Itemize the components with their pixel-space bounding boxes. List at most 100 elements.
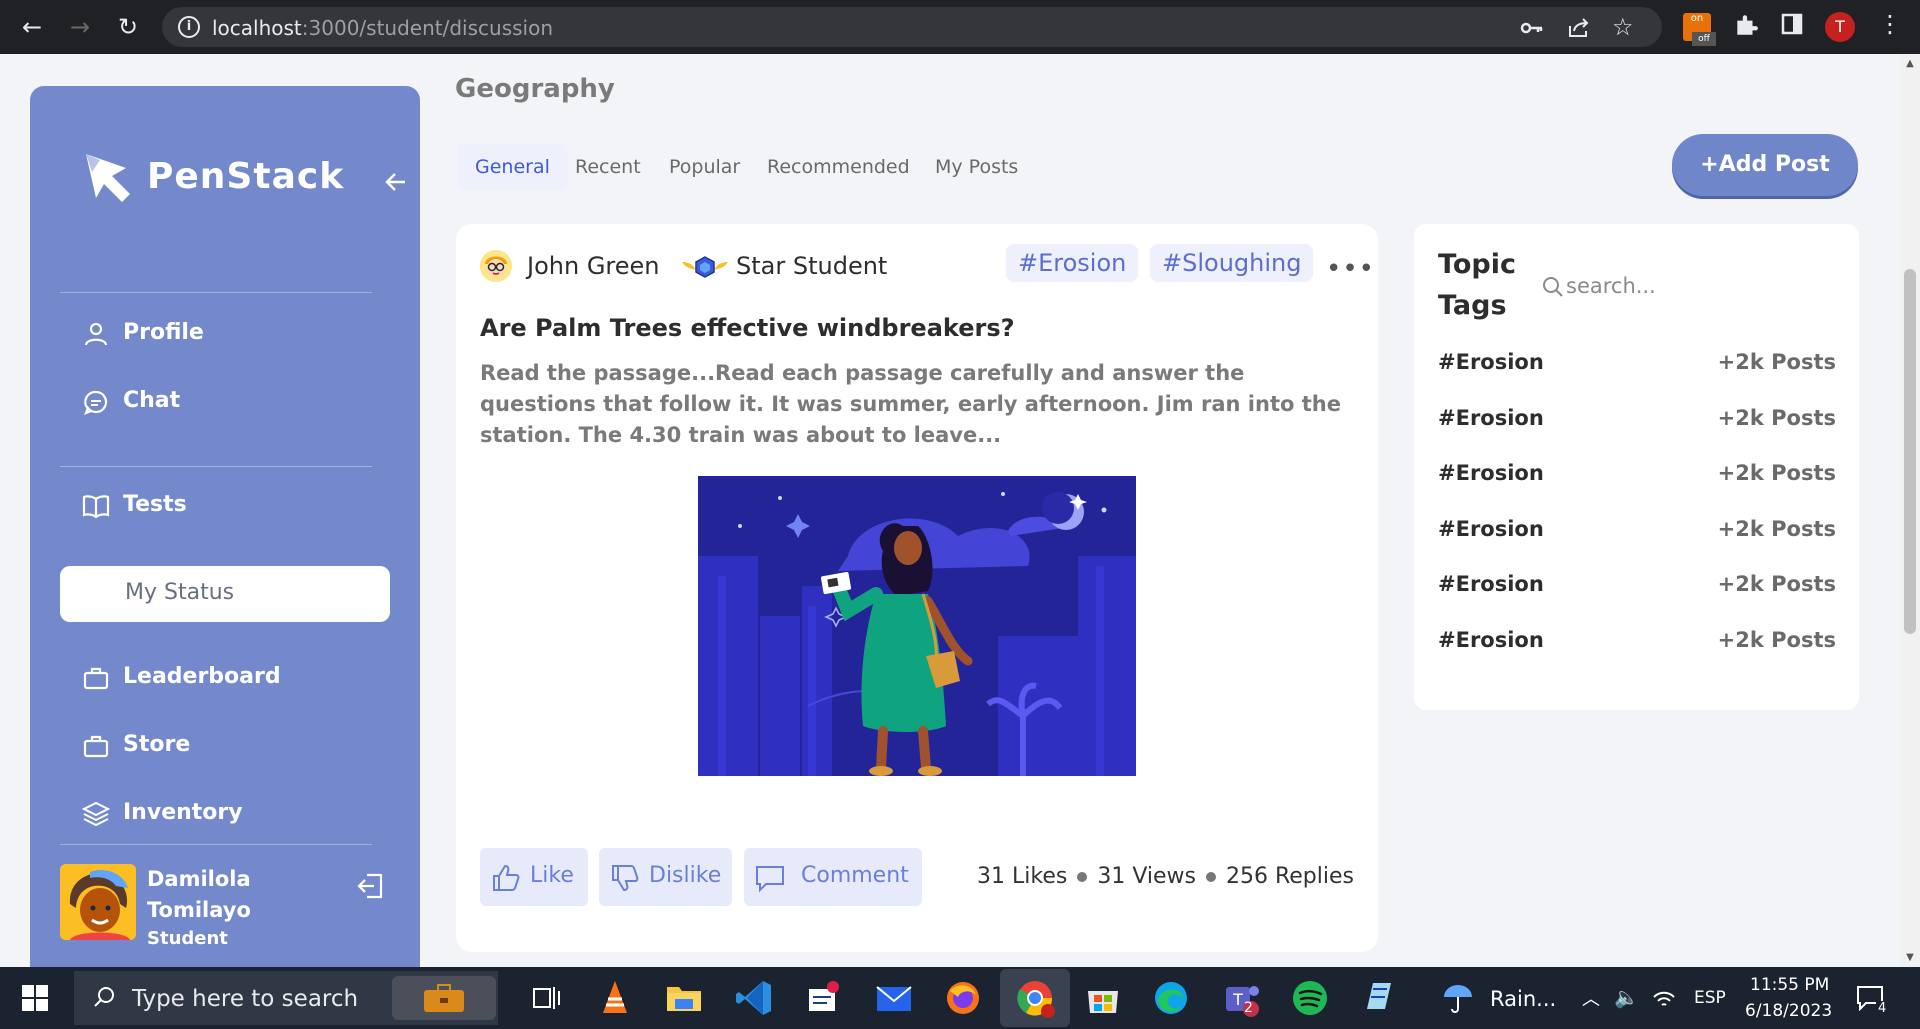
notes-app-icon[interactable] [1357,977,1399,1019]
search-icon [1543,277,1563,297]
post-tag-chip[interactable]: #Sloughing [1150,244,1314,282]
layers-icon [82,801,110,827]
extension-off-badge: off [1692,32,1716,46]
extensions-puzzle-icon[interactable] [1733,12,1759,38]
post-tag-chip[interactable]: #Erosion [1006,244,1139,282]
mail-icon[interactable] [873,977,915,1019]
collapse-sidebar-icon[interactable] [385,172,407,192]
author-name[interactable]: John Green [527,252,660,280]
teams-icon[interactable]: T [1220,977,1262,1019]
sidebar-item-tests[interactable]: Tests [60,480,390,532]
user-avatar[interactable] [60,864,136,940]
post-image [698,476,1136,776]
show-hidden-icons-icon[interactable]: ︿ [1582,985,1600,1011]
likes-count: 31 Likes [977,864,1068,889]
reload-icon[interactable]: ↻ [112,11,144,43]
post-stats: 31 Likes 31 Views 256 Replies [977,864,1354,889]
topic-tag-row[interactable]: #Erosion +2k Posts [1438,572,1836,602]
bookmark-star-icon[interactable]: ☆ [1612,13,1634,41]
sidebar-item-inventory[interactable]: Inventory [60,788,390,840]
sidebar-item-profile[interactable]: Profile [60,308,390,360]
key-icon[interactable] [1520,17,1544,39]
taskbar: Type here to search T 2 Rain... ︿ 🔈 ESP … [0,967,1920,1029]
topic-search-input[interactable] [1566,270,1766,302]
topic-tag-row[interactable]: #Erosion +2k Posts [1438,517,1836,547]
spotify-icon[interactable] [1289,977,1331,1019]
ms-store-icon[interactable] [1082,977,1124,1019]
logout-icon[interactable] [355,871,385,901]
topic-tags-card: Topic Tags #Erosion+2k Posts #Erosion+2k… [1414,224,1859,710]
weather-text[interactable]: Rain... [1490,987,1556,1011]
tab-general[interactable]: General [457,144,568,190]
sidebar-item-leaderboard[interactable]: Leaderboard [60,652,390,704]
volume-icon[interactable]: 🔈 [1614,985,1639,1009]
sidebar-item-chat[interactable]: Chat [60,376,390,428]
page-title: Geography [455,74,615,104]
address-bar[interactable]: i localhost:3000/student/discussion ☆ [162,7,1662,47]
back-icon[interactable]: ← [16,11,48,43]
tab-popular[interactable]: Popular [651,144,758,190]
topic-tag-row[interactable]: #Erosion +2k Posts [1438,350,1836,380]
divider [60,466,372,467]
tab-recommended[interactable]: Recommended [749,144,928,190]
book-icon [82,495,110,519]
dislike-button[interactable]: Dislike [599,848,732,906]
briefcase-icon [424,984,464,1012]
scrollbar-thumb[interactable] [1904,269,1916,634]
forward-icon[interactable]: → [64,11,96,43]
brand-name: PenStack [147,156,345,197]
badge-label: Star Student [736,252,888,280]
windows-start-icon[interactable] [22,985,48,1011]
vlc-icon[interactable] [594,977,636,1019]
taskbar-briefcase-app[interactable] [392,976,496,1020]
weather-rain-icon[interactable] [1440,983,1476,1015]
topic-tag-row[interactable]: #Erosion +2k Posts [1438,628,1836,658]
scroll-up-icon[interactable]: ▲ [1904,58,1916,69]
page-scrollbar[interactable]: ▲ ▼ [1900,54,1920,967]
language-indicator[interactable]: ESP [1694,988,1726,1008]
sidebar-item-store[interactable]: Store [60,720,390,772]
tab-my-posts[interactable]: My Posts [917,144,1036,190]
add-post-button[interactable]: +Add Post [1672,134,1858,196]
site-info-icon[interactable]: i [178,16,200,38]
clock-date[interactable]: 6/18/2023 [1745,1001,1832,1021]
more-options-icon[interactable]: ••• [1326,254,1375,284]
browser-profile-avatar[interactable]: T [1825,12,1855,42]
like-button[interactable]: Like [480,848,588,906]
topic-tag-row[interactable]: #Erosion +2k Posts [1438,406,1836,436]
edge-icon[interactable] [1150,977,1192,1019]
task-view-icon[interactable] [526,977,568,1019]
replies-count[interactable]: 256 Replies [1226,864,1354,889]
side-panel-icon[interactable] [1780,12,1804,36]
post-title[interactable]: Are Palm Trees effective windbreakers? [480,314,1015,342]
file-explorer-icon[interactable] [663,977,705,1019]
views-count: 31 Views [1097,864,1196,889]
topic-tag-row[interactable]: #Erosion +2k Posts [1438,461,1836,491]
scroll-down-icon[interactable]: ▼ [1904,952,1916,963]
author-avatar-illustration [480,250,512,282]
clock-time[interactable]: 11:55 PM [1750,975,1829,995]
tab-recent[interactable]: Recent [557,144,659,190]
svg-text:T: T [1232,990,1243,1009]
chrome-app[interactable] [1000,969,1070,1027]
vscode-icon[interactable] [733,977,775,1019]
todo-app-icon[interactable] [801,977,843,1019]
firefox-icon[interactable] [942,977,984,1019]
divider [60,292,372,293]
author-avatar[interactable] [480,250,512,282]
url-text: localhost:3000/student/discussion [212,16,554,40]
sidebar: PenStack Profile Chat Tests My Status Le… [30,86,420,967]
comment-button[interactable]: Comment [744,848,922,906]
notification-count: 4 [1876,1001,1889,1016]
wifi-icon[interactable] [1652,989,1676,1009]
chat-icon [84,390,108,415]
avatar-illustration [60,864,136,940]
browser-menu-icon[interactable]: ⋮ [1878,10,1902,38]
share-icon[interactable] [1567,17,1591,39]
sidebar-item-my-status[interactable]: My Status [60,566,390,622]
user-icon [84,322,108,346]
user-role: Student [147,928,228,949]
divider [60,844,372,845]
thumbs-down-icon [612,865,639,892]
comment-icon [756,866,784,893]
